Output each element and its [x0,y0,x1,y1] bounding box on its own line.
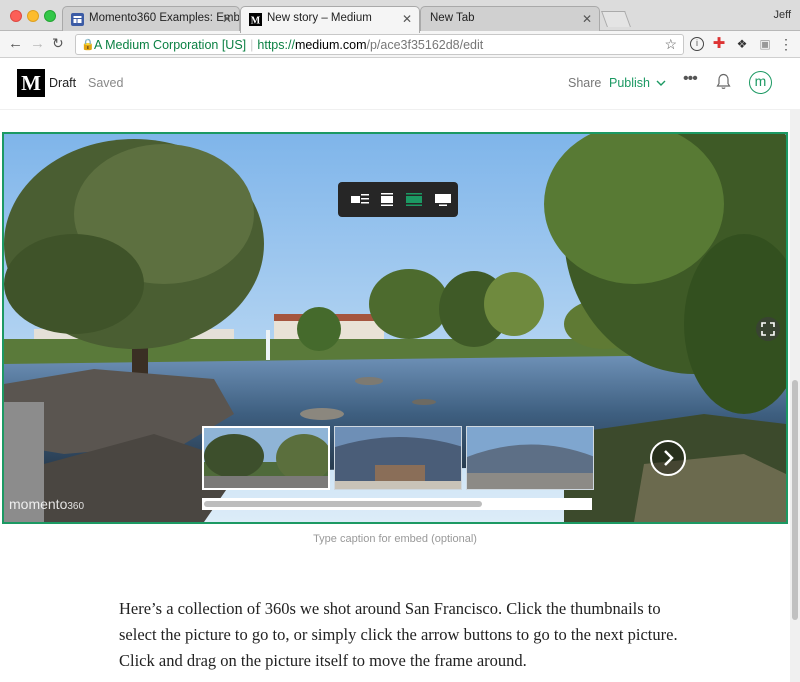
user-avatar[interactable]: m [749,71,772,94]
zoom-window-button[interactable] [44,10,56,22]
tab-new-tab[interactable]: New Tab ✕ [420,6,600,32]
extension-box-icon[interactable]: ▣ [758,37,772,51]
tab-close-icon[interactable]: ✕ [582,12,592,26]
fullscreen-button[interactable] [756,317,780,341]
embed-caption-placeholder[interactable]: Type caption for embed (optional) [0,533,790,545]
minimize-window-button[interactable] [27,10,39,22]
momento360-embed[interactable]: momento360 [2,132,788,524]
tab-momento360[interactable]: Momento360 Examples: Embe ✕ [62,6,240,32]
close-window-button[interactable] [10,10,22,22]
scrollbar-thumb[interactable] [792,380,798,620]
chrome-menu-icon[interactable]: ⋮ [779,37,793,51]
browser-toolbar: ← → ↻ 🔒 A Medium Corporation [US] | https:… [0,31,800,58]
svg-text:M: M [251,16,261,27]
medium-logo[interactable]: M [17,69,45,97]
layout-normal-icon[interactable] [381,193,393,206]
page-scrollbar[interactable] [790,110,800,682]
forward-arrow-icon[interactable]: → [30,35,45,52]
tab-close-icon[interactable]: ✕ [222,12,232,26]
layout-wide-icon[interactable] [406,193,422,206]
momento360-favicon-icon [71,13,84,26]
url-path: /p/ace3f35162d8/edit [366,38,484,52]
medium-header: M Draft Saved Share Publish ••• m [0,58,800,110]
thumbnail-scrollbar-thumb[interactable] [204,501,482,507]
new-tab-button[interactable] [601,11,631,27]
lock-icon: 🔒 [81,39,95,51]
watermark-text: momento [9,496,68,512]
chevron-down-icon [656,80,666,86]
notifications-bell-icon[interactable] [716,73,731,90]
saved-status: Saved [88,76,124,90]
thumbnail-3[interactable] [466,426,594,490]
publish-button[interactable]: Publish [609,76,666,90]
next-picture-button[interactable] [650,440,686,476]
security-label: A Medium Corporation [US] [94,38,247,52]
back-arrow-icon[interactable]: ← [8,35,23,52]
thumbnail-1[interactable] [202,426,330,490]
reload-icon[interactable]: ↻ [52,35,64,52]
tab-title: New story – Medium [267,12,372,24]
article-paragraph[interactable]: Here’s a collection of 360s we shot arou… [119,596,679,674]
tab-title: Momento360 Examples: Embe [89,12,240,24]
thumbnail-2[interactable] [334,426,462,490]
draft-status: Draft [49,76,77,90]
watermark-sub: 360 [67,501,85,512]
chevron-right-icon [664,450,674,466]
url-scheme: https:// [257,38,295,52]
fullscreen-icon [761,322,775,336]
browser-tab-strip: Momento360 Examples: Embe ✕ M New story … [0,0,800,33]
address-separator: | [250,38,254,52]
thumbnail-scrollbar[interactable] [202,498,592,510]
medium-favicon-icon: M [249,13,262,26]
embed-layout-toolbar [338,182,458,217]
momento360-watermark: momento360 [9,496,84,512]
extension-evernote-icon[interactable]: ❖ [735,37,749,51]
extension-1password-icon[interactable]: i [690,37,704,51]
layout-inset-left-icon[interactable] [351,193,369,206]
share-button[interactable]: Share [568,76,601,90]
url-host: medium.com [294,38,367,52]
address-bar[interactable]: 🔒 A Medium Corporation [US] | https://medi… [75,34,684,55]
tab-title: New Tab [430,12,475,24]
bookmark-star-icon[interactable]: ☆ [664,36,677,53]
publish-label: Publish [609,76,650,90]
tab-close-icon[interactable]: ✕ [402,12,412,26]
profile-name[interactable]: Jeff [773,9,791,21]
more-options-button[interactable]: ••• [683,70,698,88]
layout-fullwidth-icon[interactable] [435,193,451,206]
tab-medium[interactable]: M New story – Medium ✕ [240,6,420,33]
extension-plus-icon[interactable]: ✚ [712,36,726,51]
